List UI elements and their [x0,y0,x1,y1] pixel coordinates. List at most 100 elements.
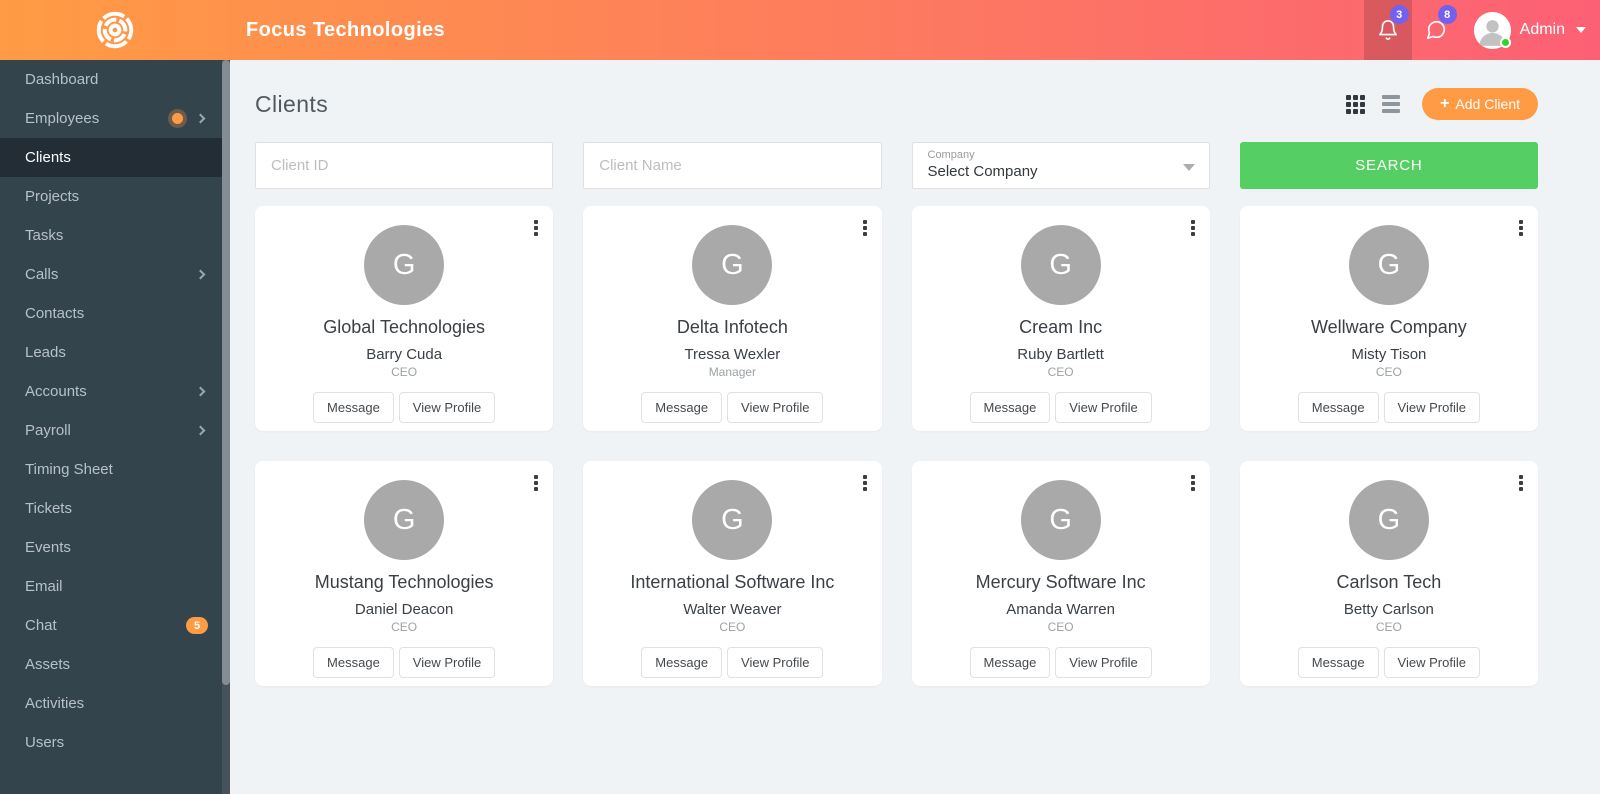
clients-grid: G Global Technologies Barry Cuda CEO Mes… [255,206,1538,686]
client-avatar[interactable]: G [1020,225,1101,305]
client-avatar[interactable]: G [364,480,445,560]
sidebar-item-email[interactable]: Email [0,567,222,606]
client-role: Manager [708,365,757,379]
kebab-menu-icon[interactable] [1189,218,1197,238]
client-id-input[interactable] [255,142,554,189]
kebab-menu-icon[interactable] [861,473,869,493]
kebab-menu-icon[interactable] [532,218,540,238]
sidebar-scrollbar-thumb[interactable] [222,60,230,685]
main-content: Clients + Add Client Company Select Comp… [230,60,1600,794]
sidebar-item-clients[interactable]: Clients [0,138,222,177]
client-company-name[interactable]: Mercury Software Inc [912,572,1210,593]
message-button[interactable]: Message [641,392,723,423]
sidebar-item-accounts[interactable]: Accounts [0,372,222,411]
client-name-input[interactable] [583,142,882,189]
sidebar-item-projects[interactable]: Projects [0,177,222,216]
client-company-name[interactable]: Cream Inc [912,317,1210,338]
view-profile-button[interactable]: View Profile [1383,647,1480,678]
sidebar-item-leads[interactable]: Leads [0,333,222,372]
sidebar-item-tasks[interactable]: Tasks [0,216,222,255]
client-card: G Delta Infotech Tressa Wexler Manager M… [583,206,882,431]
view-profile-button[interactable]: View Profile [398,647,496,678]
message-button[interactable]: Message [1297,647,1379,678]
card-actions: Message View Profile [912,392,1210,423]
sidebar-item-contacts[interactable]: Contacts [0,294,222,333]
list-view-icon[interactable] [1382,95,1401,113]
view-profile-button[interactable]: View Profile [1383,392,1480,423]
app-logo[interactable] [0,0,230,60]
chat-badge: 5 [186,617,208,634]
sidebar-item-payroll[interactable]: Payroll [0,411,222,450]
sidebar: Dashboard Employees Clients Projects Tas… [0,60,230,794]
card-actions: Message View Profile [1240,392,1538,423]
sidebar-nav: Dashboard Employees Clients Projects Tas… [0,60,222,762]
messages-button[interactable]: 8 [1412,0,1460,60]
avatar-initial: G [721,248,744,281]
sidebar-item-activities[interactable]: Activities [0,684,222,723]
view-profile-button[interactable]: View Profile [727,647,824,678]
notifications-button[interactable]: 3 [1363,0,1412,60]
view-profile-button[interactable]: View Profile [727,392,824,423]
client-company-name[interactable]: Global Technologies [255,317,553,338]
client-contact-name: Walter Weaver [683,601,782,618]
client-company-name[interactable]: International Software Inc [583,572,881,593]
kebab-menu-icon[interactable] [1517,473,1525,493]
grid-view-icon[interactable] [1346,94,1366,114]
client-role: CEO [1375,620,1402,634]
company-select[interactable]: Company Select Company [911,142,1210,189]
app-title[interactable]: Focus Technologies [246,19,445,42]
client-company-name[interactable]: Wellware Company [1240,317,1538,338]
message-button[interactable]: Message [641,647,723,678]
client-avatar[interactable]: G [1020,480,1101,560]
client-company-name[interactable]: Carlson Tech [1240,572,1538,593]
sidebar-item-label: Calls [25,266,59,283]
client-company-name[interactable]: Mustang Technologies [255,572,553,593]
page-header: Clients + Add Client [255,88,1538,120]
sidebar-item-chat[interactable]: Chat 5 [0,606,222,645]
sidebar-item-events[interactable]: Events [0,528,222,567]
add-client-button[interactable]: + Add Client [1422,88,1538,120]
message-button[interactable]: Message [969,647,1051,678]
sidebar-item-dashboard[interactable]: Dashboard [0,60,222,99]
client-role: CEO [1047,365,1074,379]
kebab-menu-icon[interactable] [1189,473,1197,493]
add-client-label: Add Client [1455,96,1520,112]
chevron-right-icon [195,113,206,124]
message-button[interactable]: Message [1297,392,1379,423]
sidebar-item-label: Employees [25,110,100,127]
sidebar-item-timing-sheet[interactable]: Timing Sheet [0,450,222,489]
company-select-label: Company [927,149,975,161]
target-logo-icon [96,11,134,49]
card-actions: Message View Profile [583,392,881,423]
kebab-menu-icon[interactable] [861,218,869,238]
client-contact-name: Ruby Bartlett [1017,346,1104,363]
sidebar-item-assets[interactable]: Assets [0,645,222,684]
view-profile-button[interactable]: View Profile [1055,647,1152,678]
message-button[interactable]: Message [969,392,1051,423]
sidebar-item-tickets[interactable]: Tickets [0,489,222,528]
sidebar-scrollbar-track[interactable] [222,60,230,794]
message-button[interactable]: Message [313,392,394,423]
client-avatar[interactable]: G [692,480,773,560]
client-role: CEO [391,620,418,634]
kebab-menu-icon[interactable] [1517,218,1525,238]
client-company-name[interactable]: Delta Infotech [583,317,881,338]
sidebar-item-employees[interactable]: Employees [0,99,222,138]
avatar-initial: G [1377,248,1401,281]
client-avatar[interactable]: G [364,225,445,305]
kebab-menu-icon[interactable] [532,473,540,493]
sidebar-item-users[interactable]: Users [0,723,222,762]
client-card: G Carlson Tech Betty Carlson CEO Message… [1239,461,1538,686]
client-avatar[interactable]: G [692,225,773,305]
sidebar-item-calls[interactable]: Calls [0,255,222,294]
message-button[interactable]: Message [313,647,394,678]
notification-dot-icon [172,113,183,124]
client-avatar[interactable]: G [1348,480,1429,560]
sidebar-item-label: Tasks [25,227,64,244]
view-profile-button[interactable]: View Profile [398,392,496,423]
client-avatar[interactable]: G [1348,225,1429,305]
user-menu[interactable]: Admin [1460,0,1600,60]
view-profile-button[interactable]: View Profile [1055,392,1152,423]
search-button[interactable]: SEARCH [1239,142,1538,189]
client-contact-name: Tressa Wexler [684,346,781,363]
